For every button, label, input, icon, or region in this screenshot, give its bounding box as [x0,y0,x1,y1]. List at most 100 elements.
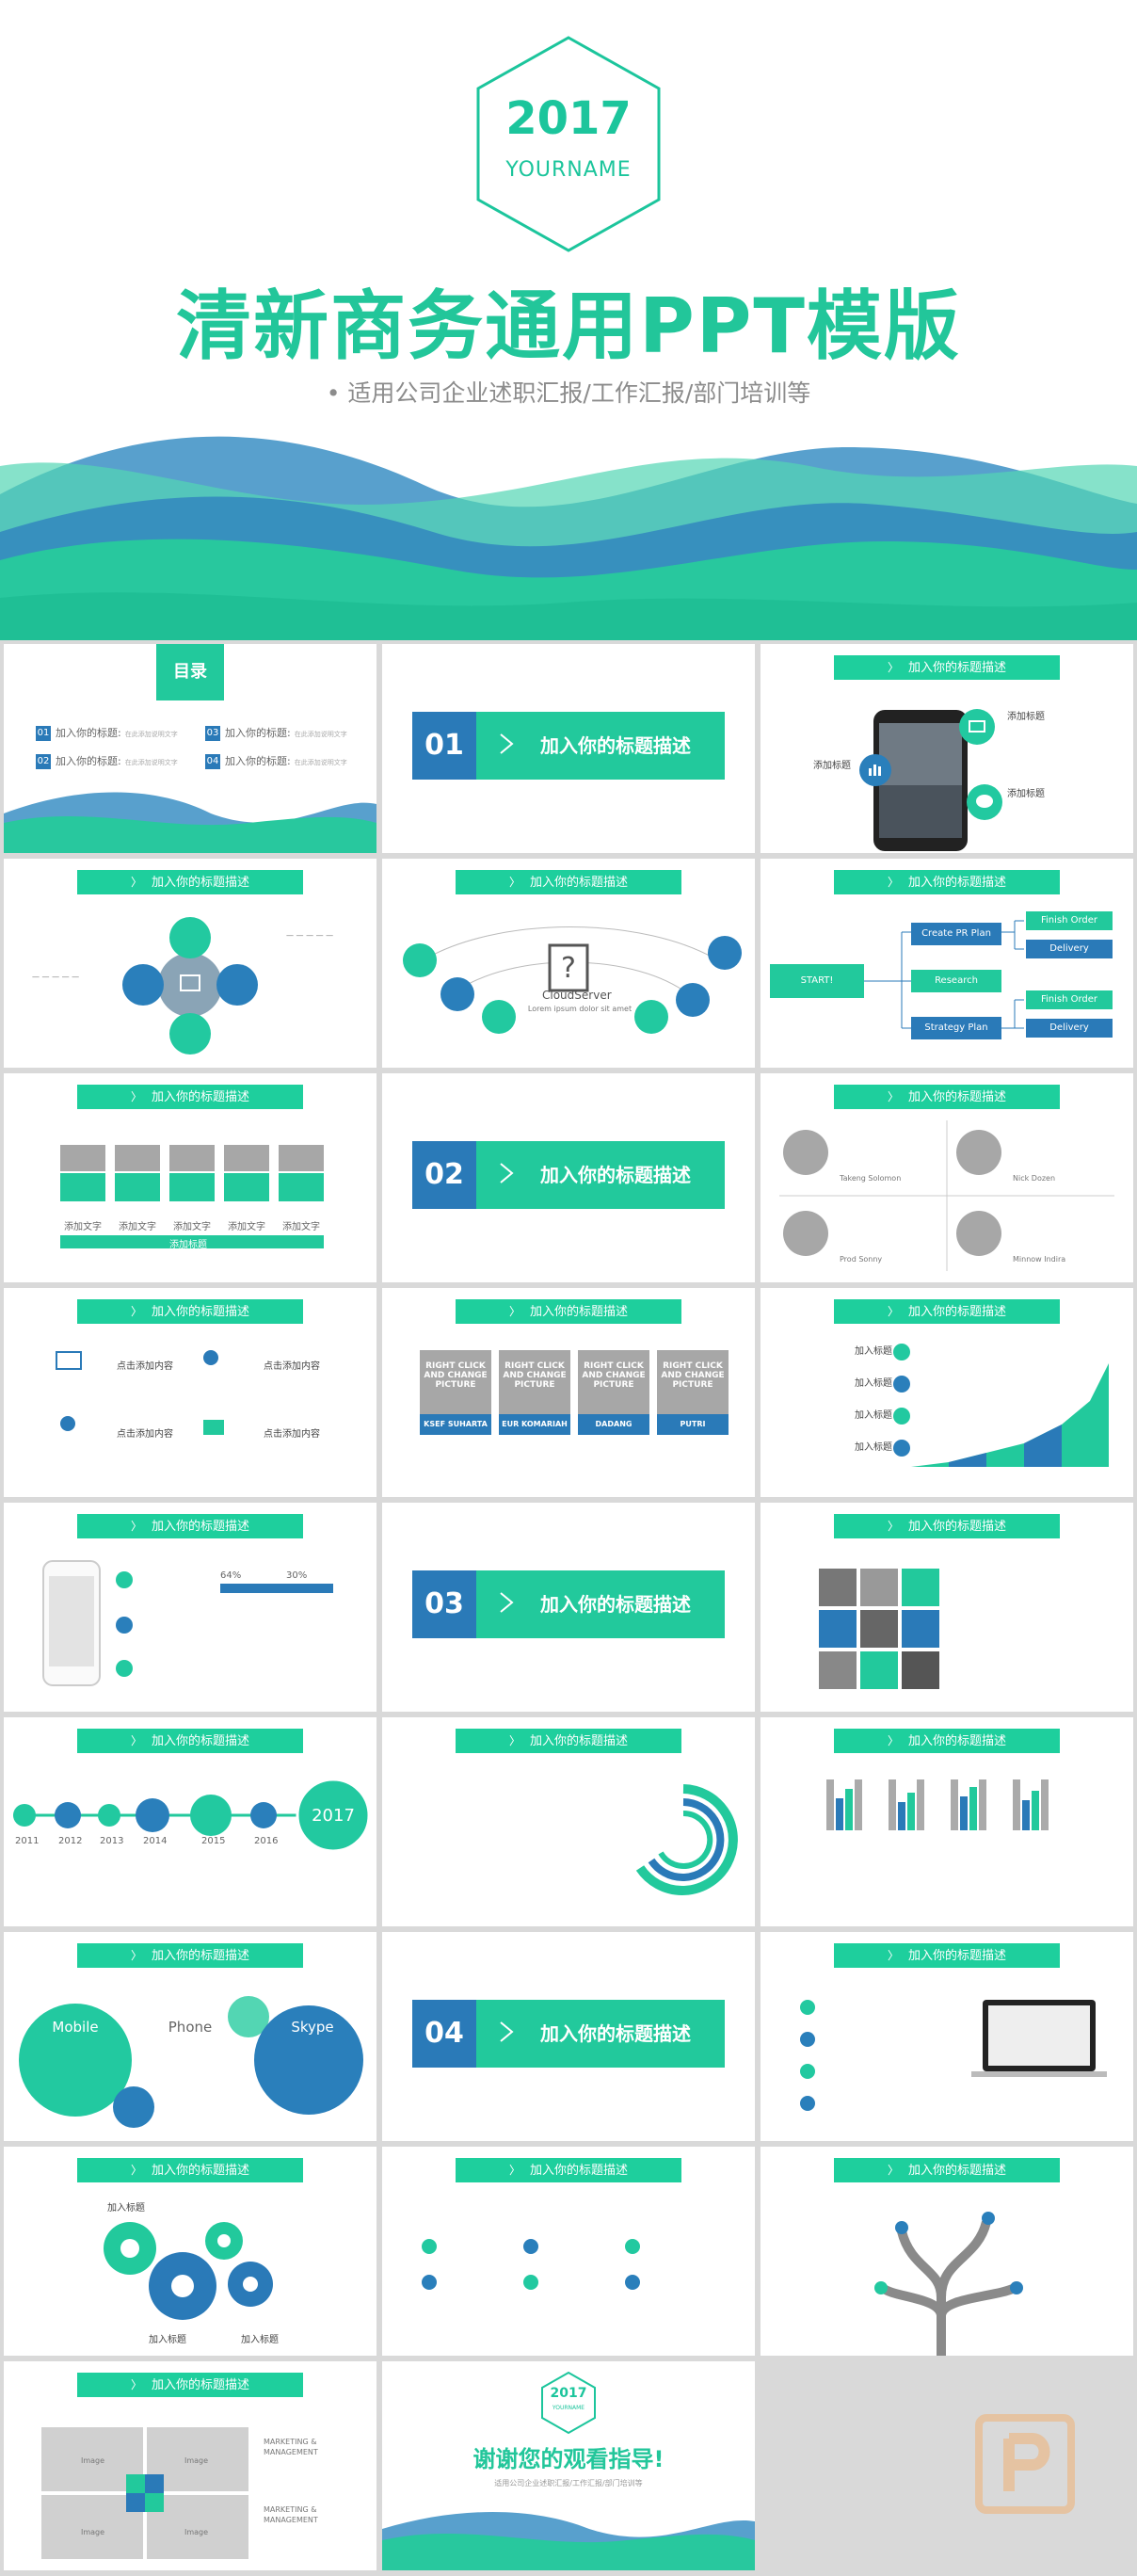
venn-phone: Phone [168,2019,213,2036]
slide-gears[interactable]: 〉加入你的标题描述 加入标题 加入标题 加入标题 [4,2147,376,2356]
device-bubble-icon [959,709,995,745]
card-pic-1: RIGHT CLICK AND CHANGE PICTURE [420,1350,491,1414]
slide-thanks[interactable]: 2017 YOURNAME 谢谢您的观看指导! 适用公司企业述职汇报/工作汇报/… [382,2361,755,2570]
slide-bars[interactable]: 〉加入你的标题描述 [761,1717,1133,1926]
icon-item-4: 添加文字 [228,1222,265,1232]
growth-label-1: 加入标题 [855,1346,892,1357]
slide-heading: 〉加入你的标题描述 [834,870,1060,894]
slide-heading: 〉加入你的标题描述 [834,655,1060,680]
toc-item-01[interactable]: 01 加入你的标题: 在此添加说明文字 [36,725,178,741]
slide-radial[interactable]: 〉加入你的标题描述 [382,1717,755,1926]
venn-skype: Skype [291,2019,334,2036]
hub-note-right: — — — — — [286,931,334,940]
phone-label-1: 添加标题 [813,761,851,771]
section-title: 加入你的标题描述 [540,1593,691,1616]
feature-4: 点击添加内容 [264,1429,320,1440]
slide-hub[interactable]: 〉加入你的标题描述 — — — — — — — — — — [4,859,376,1068]
matrix-note-2: MARKETING & MANAGEMENT [264,2505,318,2524]
chevron-right-icon [500,733,514,754]
cover-slide[interactable]: 2017 YOURNAME 清新商务通用PPT模版 • 适用公司企业述职汇报/工… [0,0,1137,640]
timeline-big-year: 2017 [312,1806,355,1826]
slide-team-cards[interactable]: 〉加入你的标题描述 RIGHT CLICK AND CHANGE PICTURE… [382,1288,755,1497]
growth-label-4: 加入标题 [855,1442,892,1453]
slide-heading: 〉加入你的标题描述 [77,2158,303,2182]
wave-decoration [0,436,1137,640]
toc-item-04[interactable]: 04 加入你的标题: 在此添加说明文字 [205,753,347,769]
slide-heading: 〉加入你的标题描述 [834,1729,1060,1753]
flow-mid-3: Strategy Plan [911,1017,1001,1039]
slide-grey-circles[interactable]: 〉加入你的标题描述 Takeng Solomon Nick Dozen Prod… [761,1073,1133,1282]
feature-3: 点击添加内容 [117,1429,173,1440]
slide-iphone[interactable]: 〉加入你的标题描述 64% 30% [4,1503,376,1712]
cloud-center-label: CloudServer [542,989,612,1002]
slide-section-03[interactable]: 03 加入你的标题描述 [382,1503,755,1712]
flow-right-2: Delivery [1026,940,1113,958]
slide-heading: 〉加入你的标题描述 [77,1943,303,1968]
grey-circles [779,1120,1114,1271]
timeline-year-6: 2016 [254,1836,279,1846]
slide-flow[interactable]: 〉加入你的标题描述 START! Create PR Plan Research… [761,859,1133,1068]
matrix-note-1: MARKETING & MANAGEMENT [264,2438,318,2456]
flow-start: START! [770,964,864,998]
cover-title: 清新商务通用PPT模版 [176,282,961,370]
gear-label-3: 加入标题 [241,2335,279,2345]
grey-name-3: Prod Sonny [840,1255,883,1264]
grey-name-2: Nick Dozen [1013,1174,1056,1183]
svg-text:?: ? [561,952,576,985]
progress-bar [220,1584,333,1593]
thanks-title: 谢谢您的观看指导! [472,2446,665,2472]
card-name-2: EUR KOMARIAH [499,1414,570,1435]
slide-laptop[interactable]: 〉加入你的标题描述 [761,1932,1133,2141]
slide-photo-grid[interactable]: 〉加入你的标题描述 [761,1503,1133,1712]
slide-heading: 〉加入你的标题描述 [77,1729,303,1753]
growth-chart [893,1344,1109,1467]
slide-section-01[interactable]: 01 加入你的标题描述 [382,644,755,853]
chevron-right-icon [500,1592,514,1613]
gears-diagram [104,2222,273,2320]
slide-heading: 〉加入你的标题描述 [834,1514,1060,1538]
iphone-dots [116,1571,133,1677]
photo-grid [819,1569,939,1689]
slide-matrix[interactable]: 〉加入你的标题描述 Image Image Image Image MARKET… [4,2361,376,2570]
slide-tree[interactable]: 〉加入你的标题描述 [761,2147,1133,2356]
slide-venn[interactable]: 〉加入你的标题描述 Mobile Phone Skype [4,1932,376,2141]
slide-heading: 〉加入你的标题描述 [77,2373,303,2397]
p-logo-watermark [975,2414,1075,2514]
section-title: 加入你的标题描述 [540,734,691,757]
laptop-slide [800,2000,1107,2111]
flow-right-4: Delivery [1026,1019,1113,1038]
section-number: 03 [412,1570,476,1638]
section-number: 04 [412,2000,476,2068]
matrix-diagram [41,2427,248,2559]
slide-cloud[interactable]: 〉加入你的标题描述 ? CloudServer Lorem ipsum dolo… [382,859,755,1068]
slide-phone[interactable]: 〉加入你的标题描述 添加标题 添加标题 添加标题 [761,644,1133,853]
slide-features[interactable]: 〉加入你的标题描述 点击添加内容 点击添加内容 点击添加内容 点击添加内容 [4,1288,376,1497]
toc-item-02[interactable]: 02 加入你的标题: 在此添加说明文字 [36,753,178,769]
icon-item-5: 添加文字 [282,1222,320,1232]
section-title: 加入你的标题描述 [540,1164,691,1186]
thanks-year: 2017 [550,2386,587,2401]
timeline-year-5: 2015 [201,1836,226,1846]
chart-bubble-icon [859,754,891,786]
slide-heading: 〉加入你的标题描述 [456,2158,681,2182]
slide-list[interactable]: 〉加入你的标题描述 [382,2147,755,2356]
slide-timeline[interactable]: 〉加入你的标题描述 2011 2012 2013 2014 2015 2016 … [4,1717,376,1926]
slide-heading: 〉加入你的标题描述 [456,1729,681,1753]
section-number: 01 [412,712,476,780]
chevron-right-icon [500,2021,514,2042]
slide-section-04[interactable]: 04 加入你的标题描述 [382,1932,755,2141]
matrix-image-2: Image [184,2456,209,2465]
matrix-image-3: Image [81,2528,105,2536]
feature-2: 点击添加内容 [264,1361,320,1372]
section-title: 加入你的标题描述 [540,2022,691,2045]
venn-mobile: Mobile [52,2019,99,2036]
tree-diagram [874,2212,1023,2356]
slide-toc[interactable]: 目录 01 加入你的标题: 在此添加说明文字 03 加入你的标题: 在此添加说明文字 0… [4,644,376,853]
slide-icons[interactable]: 〉加入你的标题描述 添加文字 添加文字 添加文字 添加文字 添加文字 添加标题 [4,1073,376,1282]
chevron-right-icon [500,1163,514,1183]
slide-growth[interactable]: 〉加入你的标题描述 加入标题 加入标题 加入标题 加入标题 [761,1288,1133,1497]
bar-groups [826,1779,1049,1830]
slide-section-02[interactable]: 02 加入你的标题描述 [382,1073,755,1282]
toc-item-03[interactable]: 03 加入你的标题: 在此添加说明文字 [205,725,347,741]
list-dots [422,2239,640,2290]
